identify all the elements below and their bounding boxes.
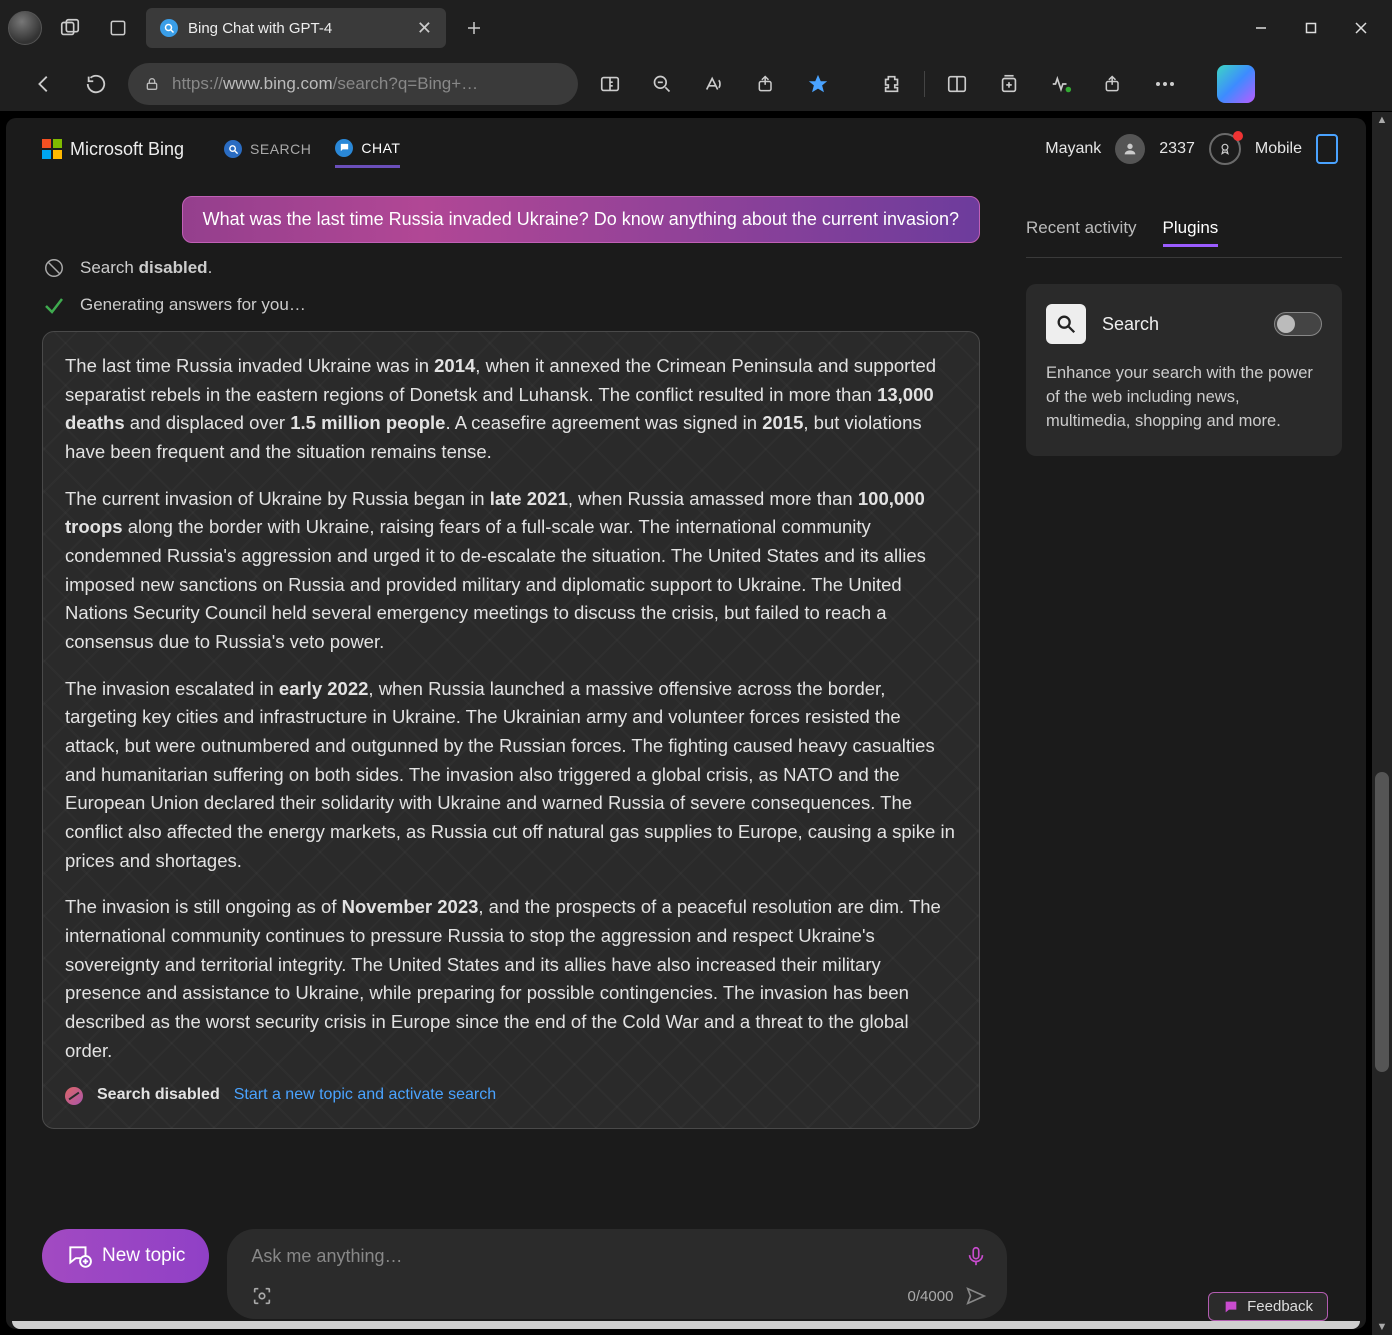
user-avatar-icon[interactable] bbox=[1115, 134, 1145, 164]
mobile-label[interactable]: Mobile bbox=[1255, 140, 1302, 158]
status-generating: Generating answers for you… bbox=[42, 293, 980, 317]
copilot-icon[interactable] bbox=[1217, 65, 1255, 103]
tab-search[interactable]: SEARCH bbox=[224, 131, 311, 168]
side-column: Recent activity Plugins Search Enhance y… bbox=[1016, 180, 1366, 1329]
plugin-title: Search bbox=[1102, 314, 1258, 335]
browser-toolbar: https://www.bing.com/search?q=Bing+… bbox=[0, 56, 1392, 112]
bottom-strip bbox=[12, 1321, 1360, 1329]
tab-chat[interactable]: CHAT bbox=[335, 131, 400, 168]
split-screen-icon[interactable] bbox=[590, 64, 630, 104]
char-counter: 0/4000 bbox=[908, 1288, 954, 1305]
zoom-out-icon[interactable] bbox=[642, 64, 682, 104]
tab-plugins[interactable]: Plugins bbox=[1163, 218, 1219, 247]
scrollbar-thumb[interactable] bbox=[1375, 772, 1389, 1072]
mic-icon[interactable] bbox=[965, 1245, 987, 1267]
maximize-button[interactable] bbox=[1288, 8, 1334, 48]
collections-icon[interactable] bbox=[989, 64, 1029, 104]
favorite-star-icon[interactable] bbox=[798, 64, 838, 104]
minimize-button[interactable] bbox=[1238, 8, 1284, 48]
tab-close-icon[interactable]: ✕ bbox=[417, 18, 432, 39]
search-disabled-label: Search disabled bbox=[97, 1083, 220, 1108]
header-right: Mayank 2337 Mobile bbox=[1045, 133, 1338, 165]
plugin-card-search: Search Enhance your search with the powe… bbox=[1026, 284, 1342, 456]
bing-logo[interactable]: Microsoft Bing bbox=[42, 139, 184, 160]
plugin-description: Enhance your search with the power of th… bbox=[1046, 362, 1322, 434]
performance-icon[interactable] bbox=[1041, 64, 1081, 104]
more-icon[interactable] bbox=[1145, 64, 1185, 104]
refresh-button[interactable] bbox=[76, 64, 116, 104]
bing-header: Microsoft Bing SEARCH CHAT Mayank 2337 M… bbox=[6, 118, 1366, 180]
window-titlebar: Bing Chat with GPT-4 ✕ bbox=[0, 0, 1392, 56]
profile-avatar[interactable] bbox=[8, 11, 42, 45]
page-viewport: Microsoft Bing SEARCH CHAT Mayank 2337 M… bbox=[0, 112, 1372, 1335]
visual-search-icon[interactable] bbox=[251, 1285, 273, 1307]
chat-column: What was the last time Russia invaded Uk… bbox=[6, 180, 1016, 1329]
rewards-points[interactable]: 2337 bbox=[1159, 140, 1195, 158]
compose-box: 0/4000 bbox=[227, 1229, 1007, 1319]
assistant-response: The last time Russia invaded Ukraine was… bbox=[42, 331, 980, 1129]
bing-tab-icon bbox=[160, 19, 178, 37]
share-icon[interactable] bbox=[746, 64, 786, 104]
address-bar[interactable]: https://www.bing.com/search?q=Bing+… bbox=[128, 63, 578, 105]
status-search-disabled: Search disabled. bbox=[42, 257, 980, 279]
split-icon[interactable] bbox=[937, 64, 977, 104]
read-aloud-icon[interactable] bbox=[694, 64, 734, 104]
chat-input[interactable] bbox=[251, 1246, 965, 1267]
close-window-button[interactable] bbox=[1338, 8, 1384, 48]
feedback-button[interactable]: Feedback bbox=[1208, 1292, 1328, 1321]
window-controls bbox=[1238, 8, 1384, 48]
back-button[interactable] bbox=[24, 64, 64, 104]
send-icon[interactable] bbox=[965, 1285, 987, 1307]
new-topic-button[interactable]: New topic bbox=[42, 1229, 209, 1283]
plugin-toggle[interactable] bbox=[1274, 312, 1322, 336]
search-icon bbox=[224, 140, 242, 158]
extensions-icon[interactable] bbox=[872, 64, 912, 104]
response-footer: Search disabled Start a new topic and ac… bbox=[65, 1083, 957, 1108]
lock-icon bbox=[144, 76, 160, 92]
tab-title: Bing Chat with GPT-4 bbox=[188, 20, 407, 37]
plugin-search-icon bbox=[1046, 304, 1086, 344]
new-tab-icon[interactable] bbox=[454, 8, 494, 48]
new-topic-icon bbox=[66, 1243, 92, 1269]
user-message-bubble: What was the last time Russia invaded Uk… bbox=[182, 196, 980, 243]
search-disabled-globe-icon bbox=[65, 1087, 83, 1105]
user-name[interactable]: Mayank bbox=[1045, 140, 1101, 158]
activate-search-link[interactable]: Start a new topic and activate search bbox=[234, 1083, 496, 1108]
microsoft-logo-icon bbox=[42, 139, 62, 159]
check-icon bbox=[42, 293, 66, 317]
rewards-icon[interactable] bbox=[1209, 133, 1241, 165]
mobile-icon[interactable] bbox=[1316, 134, 1338, 164]
url-text: https://www.bing.com/search?q=Bing+… bbox=[172, 74, 562, 94]
composer-bar: New topic 0/4000 bbox=[6, 1229, 1366, 1319]
scroll-down-icon[interactable]: ▼ bbox=[1372, 1321, 1392, 1333]
side-tabs: Recent activity Plugins bbox=[1026, 218, 1342, 258]
separator bbox=[924, 71, 925, 97]
chat-icon bbox=[335, 139, 353, 157]
browser-tab[interactable]: Bing Chat with GPT-4 ✕ bbox=[146, 8, 446, 48]
tab-recent-activity[interactable]: Recent activity bbox=[1026, 218, 1137, 247]
mode-tabs: SEARCH CHAT bbox=[224, 131, 400, 168]
send-to-icon[interactable] bbox=[1093, 64, 1133, 104]
scroll-up-icon[interactable]: ▲ bbox=[1372, 114, 1392, 126]
tab-actions-icon[interactable] bbox=[98, 8, 138, 48]
disabled-icon bbox=[42, 257, 66, 279]
bing-logo-text: Microsoft Bing bbox=[70, 139, 184, 160]
workspaces-icon[interactable] bbox=[50, 8, 90, 48]
vertical-scrollbar[interactable]: ▲ ▼ bbox=[1372, 112, 1392, 1335]
feedback-icon bbox=[1223, 1299, 1239, 1315]
